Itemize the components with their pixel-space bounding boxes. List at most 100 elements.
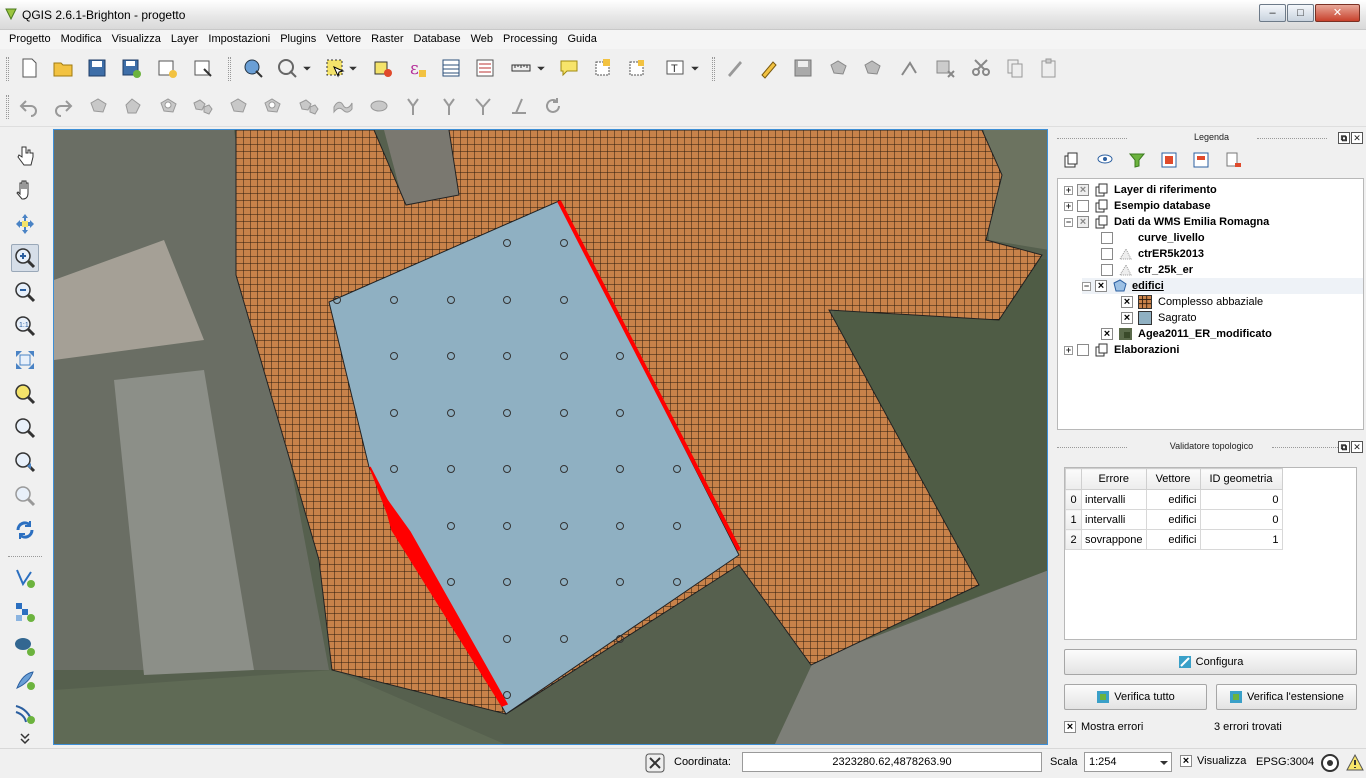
verify-extent-button[interactable]: Verifica l'estensione <box>1216 684 1357 710</box>
topology-close-button[interactable]: ✕ <box>1351 441 1363 453</box>
select-tool-button[interactable] <box>274 55 300 81</box>
toolbar-grip[interactable] <box>6 95 9 119</box>
move-feature-button[interactable] <box>860 55 886 81</box>
zoom-last-button[interactable] <box>11 448 39 476</box>
layer-checkbox[interactable] <box>1101 232 1113 244</box>
zoom-actual-size-button[interactable]: 1:1 <box>11 312 39 340</box>
toggle-editing-button[interactable] <box>756 55 782 81</box>
table-row[interactable]: 1 intervalli edifici 0 <box>1065 509 1283 530</box>
toolbar-grip[interactable] <box>712 57 715 81</box>
filter-legend-button[interactable] <box>1126 150 1148 170</box>
column-header-id-geometria[interactable]: ID geometria <box>1199 468 1283 490</box>
configure-button[interactable]: Configura <box>1064 649 1357 675</box>
layer-checkbox[interactable]: × <box>1101 328 1113 340</box>
menu-raster[interactable]: Raster <box>366 30 408 49</box>
add-postgis-layer-button[interactable] <box>11 632 39 660</box>
remove-layer-button[interactable] <box>1222 150 1244 170</box>
zoom-to-selection-button[interactable] <box>11 380 39 408</box>
class-checkbox[interactable]: × <box>1121 296 1133 308</box>
collapse-all-button[interactable] <box>1190 150 1212 170</box>
rotate-feature-button[interactable] <box>86 93 112 119</box>
fill-ring-button[interactable] <box>226 93 252 119</box>
select-dropdown[interactable] <box>300 55 314 81</box>
add-group-button[interactable] <box>1060 150 1082 170</box>
legend-class-sagrato[interactable]: × Sagrato <box>1121 310 1197 326</box>
new-bookmark-button[interactable] <box>590 55 616 81</box>
layer-checkbox[interactable]: × <box>1077 216 1089 228</box>
menu-web[interactable]: Web <box>466 30 498 49</box>
row-number[interactable]: 1 <box>1065 509 1082 530</box>
class-checkbox[interactable]: × <box>1121 312 1133 324</box>
save-project-button[interactable] <box>84 55 110 81</box>
rotate-point-symbols-button[interactable] <box>540 93 566 119</box>
add-feature-button[interactable] <box>826 55 852 81</box>
legend-tree[interactable]: + × Layer di riferimento + Esempio datab… <box>1057 178 1364 430</box>
simplify-feature-button[interactable] <box>120 93 146 119</box>
add-vector-layer-button[interactable] <box>11 564 39 592</box>
collapse-toggle[interactable]: − <box>1064 217 1073 227</box>
split-parts-button[interactable] <box>436 93 462 119</box>
expand-toggle[interactable]: + <box>1064 345 1073 355</box>
legend-layer-agea2011[interactable]: × Agea2011_ER_modificato <box>1101 326 1272 342</box>
undo-button[interactable] <box>16 93 42 119</box>
legend-group-elaborazioni[interactable]: + Elaborazioni <box>1064 342 1179 358</box>
zoom-next-button[interactable] <box>11 482 39 510</box>
legend-layer-edifici[interactable]: − × edifici <box>1082 278 1363 294</box>
expand-toggle[interactable]: + <box>1064 201 1073 211</box>
cell-layer[interactable]: edifici <box>1145 509 1201 530</box>
legend-close-button[interactable]: ✕ <box>1351 132 1363 144</box>
warning-icon[interactable] <box>1345 753 1365 773</box>
menu-visualizza[interactable]: Visualizza <box>107 30 166 49</box>
copy-features-button[interactable] <box>1002 55 1028 81</box>
topology-errors-table[interactable]: Errore Vettore ID geometria 0 intervalli… <box>1064 467 1357 640</box>
render-option[interactable]: × Visualizza <box>1180 755 1246 767</box>
select-features-button[interactable] <box>322 55 348 81</box>
add-raster-layer-button[interactable] <box>11 598 39 626</box>
save-as-button[interactable] <box>118 55 144 81</box>
pan-to-selection-button[interactable] <box>11 210 39 238</box>
row-number[interactable]: 2 <box>1065 529 1082 550</box>
open-project-button[interactable] <box>50 55 76 81</box>
select-features-dropdown[interactable] <box>346 55 360 81</box>
new-project-button[interactable] <box>16 55 42 81</box>
identify-button[interactable] <box>240 55 266 81</box>
menu-progetto[interactable]: Progetto <box>4 30 56 49</box>
measure-button[interactable] <box>508 55 534 81</box>
paste-features-button[interactable] <box>1036 55 1062 81</box>
legend-group-layer-di-riferimento[interactable]: + × Layer di riferimento <box>1064 182 1217 198</box>
menu-plugins[interactable]: Plugins <box>275 30 321 49</box>
toolbar-grip[interactable] <box>228 57 231 81</box>
verify-all-button[interactable]: Verifica tutto <box>1064 684 1207 710</box>
cell-error[interactable]: intervalli <box>1081 509 1147 530</box>
cell-error[interactable]: sovrappone <box>1081 529 1147 550</box>
statistics-button[interactable] <box>472 55 498 81</box>
layer-checkbox[interactable] <box>1077 200 1089 212</box>
coordinate-field[interactable]: 2323280.62,4878263.90 <box>742 752 1042 772</box>
layer-checkbox[interactable] <box>1101 264 1113 276</box>
add-wms-layer-button[interactable] <box>11 700 39 728</box>
cell-geometry-id[interactable]: 0 <box>1199 509 1283 530</box>
close-button[interactable]: ✕ <box>1315 4 1360 22</box>
toolbar-grip[interactable] <box>6 57 9 81</box>
zoom-to-layer-button[interactable] <box>11 414 39 442</box>
annotation-dropdown[interactable] <box>688 55 702 81</box>
visibility-button[interactable] <box>1094 150 1116 170</box>
legend-float-button[interactable]: ⧉ <box>1338 132 1350 144</box>
expand-all-button[interactable] <box>1158 150 1180 170</box>
delete-selected-button[interactable] <box>932 55 958 81</box>
pan-map-button[interactable] <box>11 176 39 204</box>
table-row[interactable]: 0 intervalli edifici 0 <box>1065 489 1283 510</box>
layer-checkbox[interactable]: × <box>1077 184 1089 196</box>
zoom-in-button[interactable] <box>11 244 39 272</box>
menu-layer[interactable]: Layer <box>166 30 204 49</box>
zoom-out-button[interactable] <box>11 278 39 306</box>
map-svg[interactable] <box>54 130 1048 745</box>
add-part-button[interactable] <box>190 93 216 119</box>
layer-checkbox[interactable] <box>1077 344 1089 356</box>
crs-globe-icon[interactable] <box>1320 753 1340 773</box>
menu-processing[interactable]: Processing <box>498 30 562 49</box>
menu-database[interactable]: Database <box>409 30 466 49</box>
show-bookmarks-button[interactable] <box>624 55 650 81</box>
layer-checkbox[interactable] <box>1101 248 1113 260</box>
cell-layer[interactable]: edifici <box>1145 529 1201 550</box>
